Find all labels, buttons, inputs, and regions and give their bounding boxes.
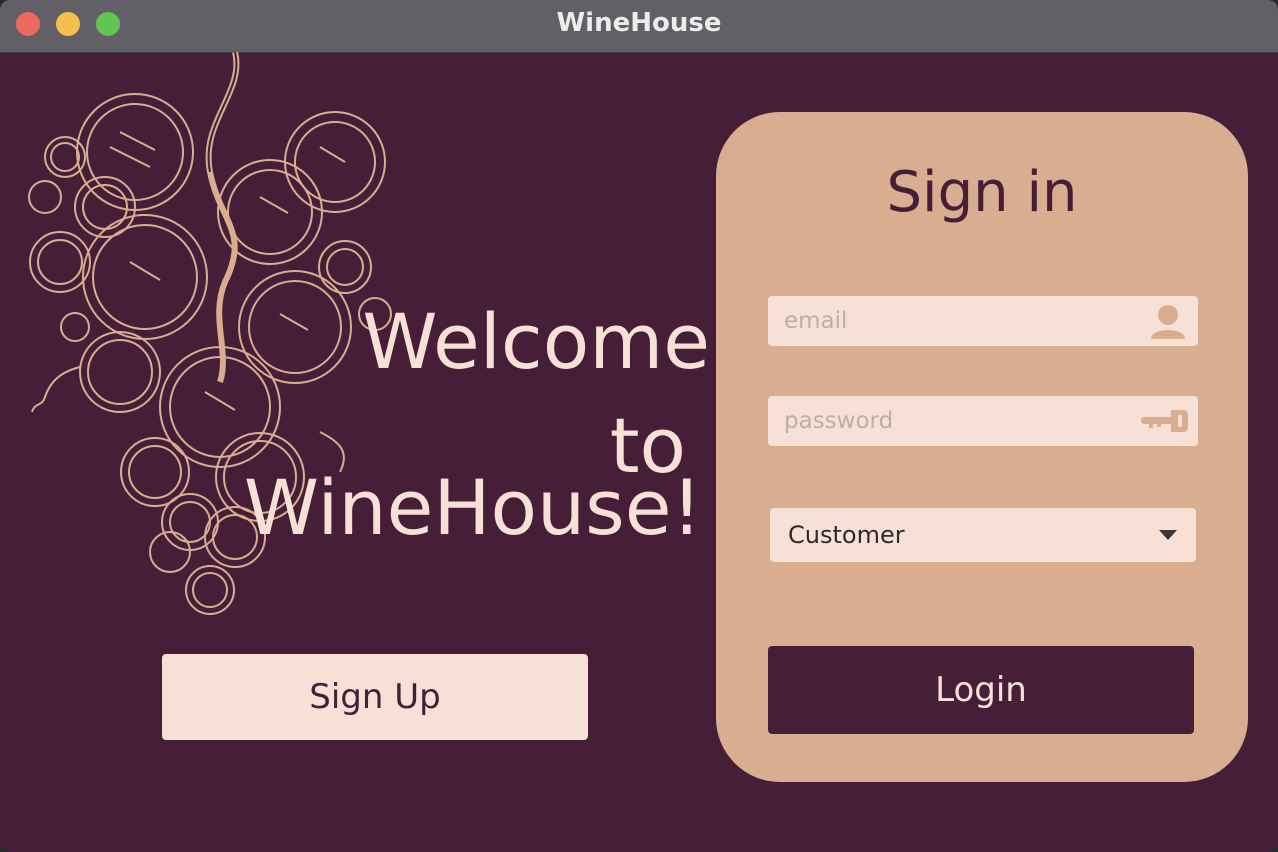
password-field[interactable]: password [768, 396, 1198, 446]
user-icon [1151, 305, 1185, 339]
sign-up-button[interactable]: Sign Up [162, 654, 588, 740]
login-button[interactable]: Login [768, 646, 1194, 734]
key-icon [1141, 410, 1188, 432]
window-title: WineHouse [556, 8, 722, 38]
role-select[interactable]: Customer [770, 508, 1196, 562]
login-label: Login [935, 670, 1027, 710]
sign-up-label: Sign Up [309, 677, 441, 717]
welcome-line-3: WineHouse! [243, 463, 702, 552]
email-field[interactable]: email [768, 296, 1198, 346]
role-select-value: Customer [788, 521, 905, 549]
welcome-line-1: Welcome [362, 297, 710, 386]
app-window: WineHouse Welcome to WineHouse! Sign Up … [0, 0, 1278, 852]
chevron-down-icon [1159, 530, 1177, 540]
email-placeholder: email [784, 308, 848, 334]
password-placeholder: password [784, 408, 894, 434]
title-bar: WineHouse [0, 0, 1278, 53]
sign-in-title: Sign in [886, 160, 1078, 225]
sign-in-card: Sign in email password Customer Login [716, 112, 1248, 782]
